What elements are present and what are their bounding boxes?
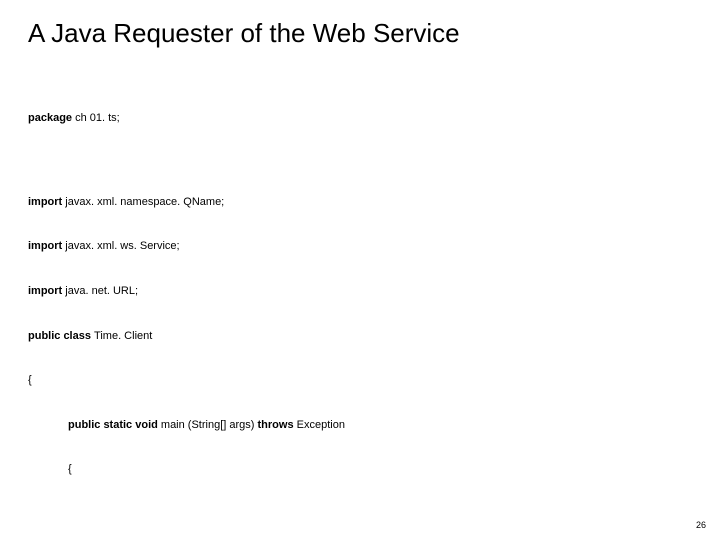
brace-open: { [28,373,692,388]
code-line: import javax. xml. ws. Service; [28,239,692,254]
imp-val: javax. xml. ws. Service; [62,240,179,252]
code-block: package ch 01. ts; import javax. xml. na… [28,81,692,540]
exception: Exception [297,419,345,431]
imp-val: java. net. URL; [62,285,138,297]
code-line: public static void main (String[] args) … [28,418,692,433]
code-line: import java. net. URL; [28,284,692,299]
kw-import: import [28,285,62,297]
page-number: 26 [696,520,706,530]
pkg-val: ch 01. ts; [72,112,120,124]
slide-title: A Java Requester of the Web Service [28,18,692,49]
slide: A Java Requester of the Web Service pack… [0,0,720,540]
code-line: public class Time. Client [28,329,692,344]
kw-psv: public static void [68,419,161,431]
kw-import: import [28,240,62,252]
kw-package: package [28,112,72,124]
class-name: Time. Client [94,330,152,342]
kw-import: import [28,196,62,208]
imp-val: javax. xml. namespace. QName; [62,196,224,208]
kw-throws: throws [258,419,297,431]
code-line: import javax. xml. namespace. QName; [28,195,692,210]
main-sig: main (String[] args) [161,419,258,431]
kw-public-class: public class [28,330,94,342]
code-line: package ch 01. ts; [28,111,692,126]
brace-open: { [28,462,692,477]
